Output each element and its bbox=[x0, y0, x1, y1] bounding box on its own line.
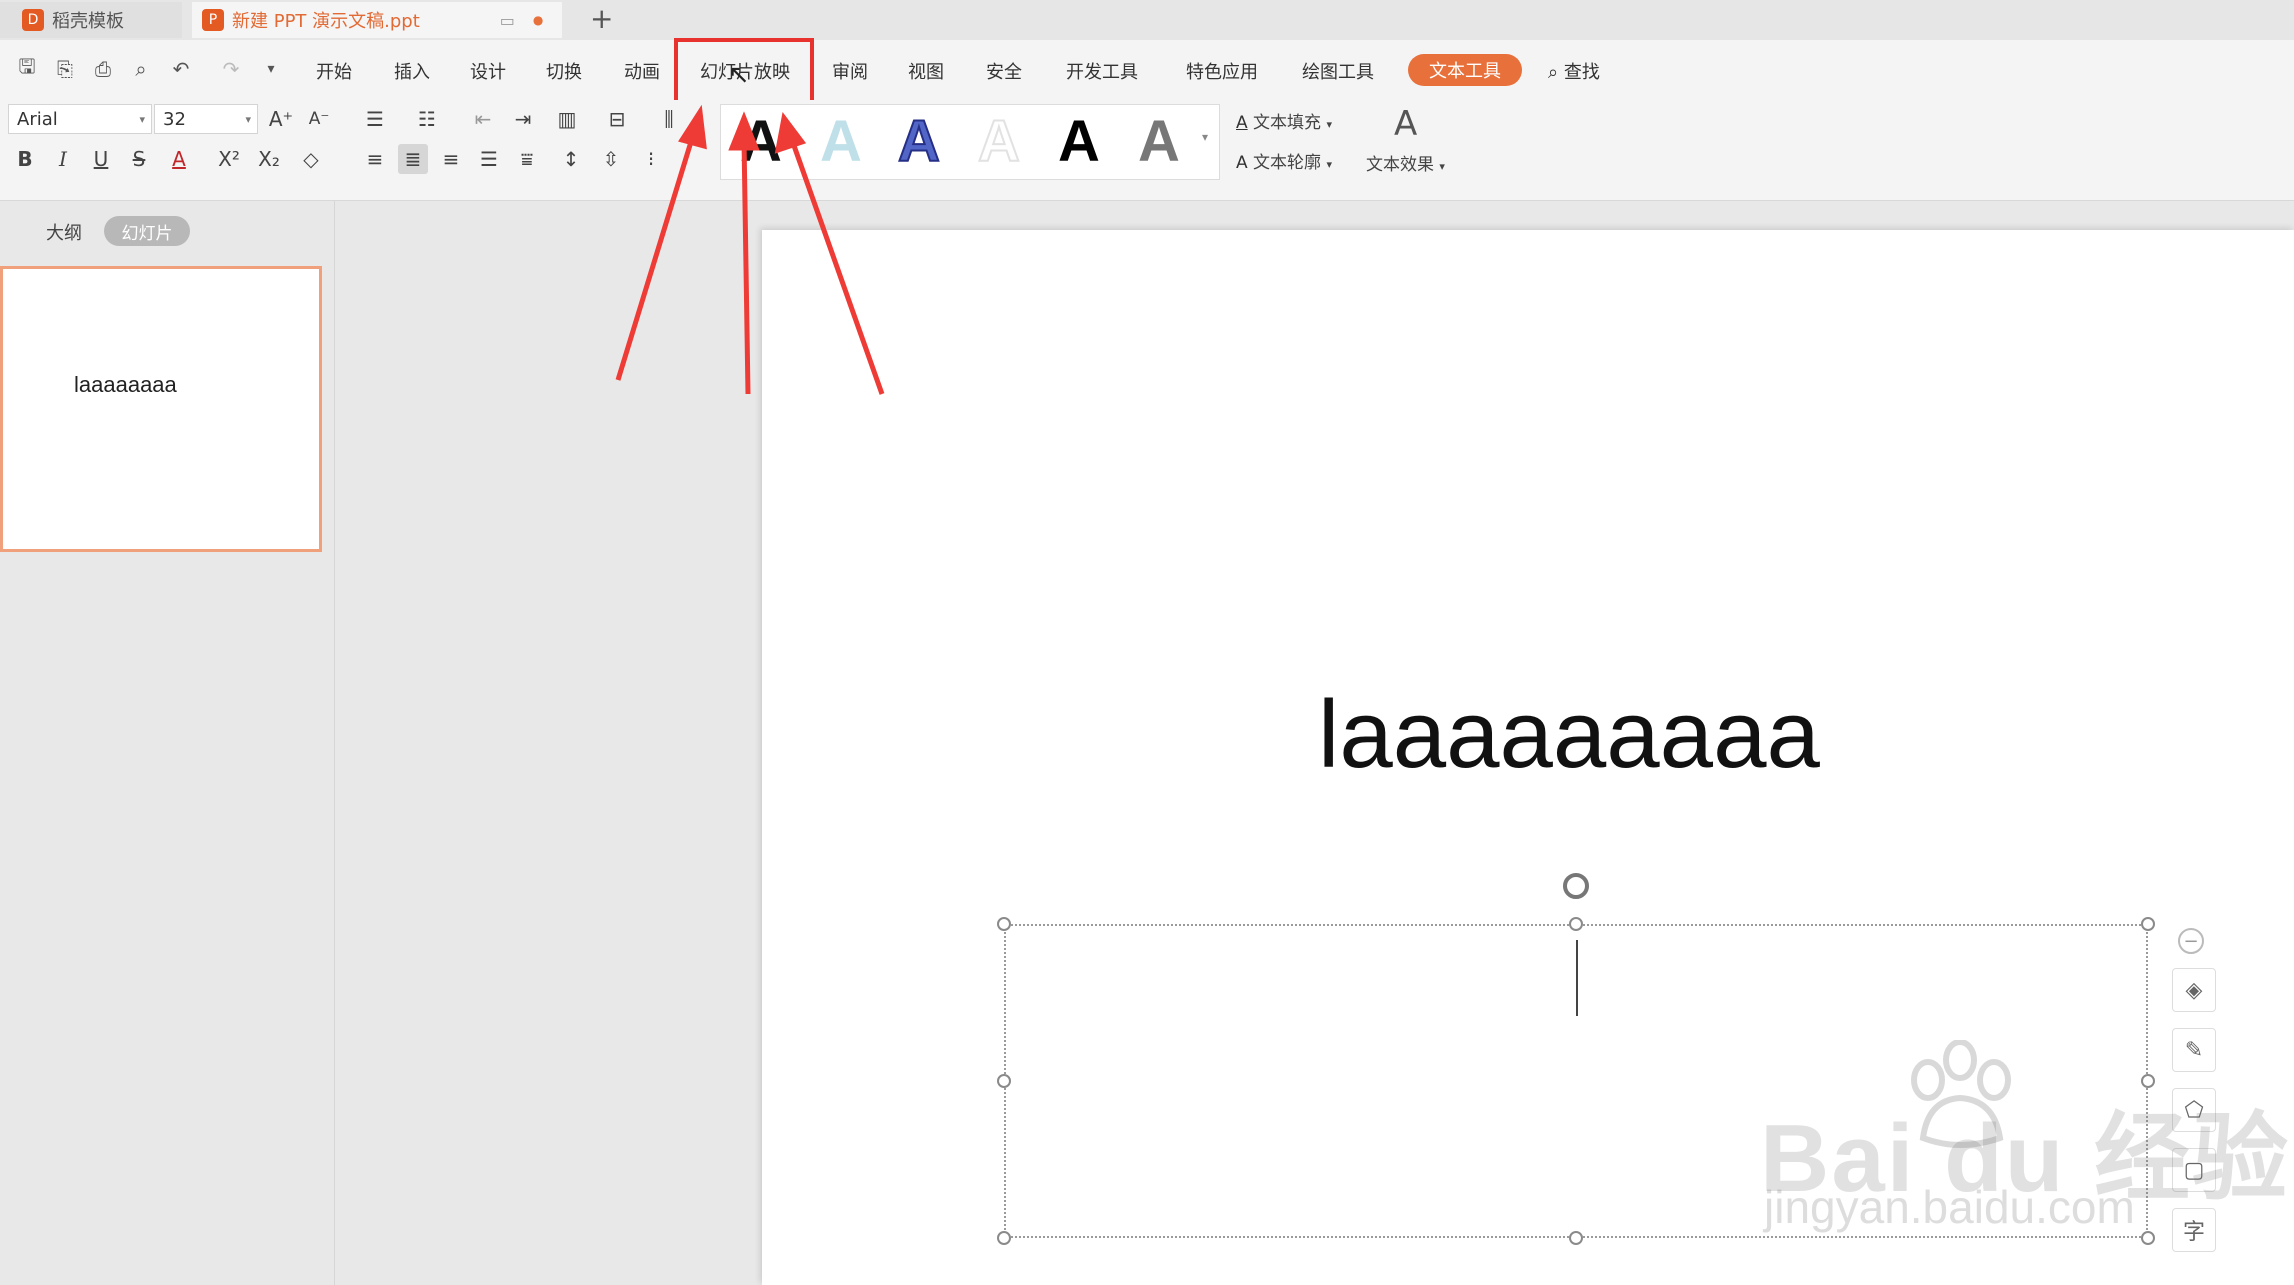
arrow-2 bbox=[741, 139, 751, 395]
arrow-3-head bbox=[774, 111, 807, 154]
annotation-arrows bbox=[615, 104, 885, 395]
arrow-1-head bbox=[678, 104, 707, 150]
arrow-1 bbox=[615, 131, 697, 381]
arrow-3 bbox=[789, 139, 885, 395]
arrow-2-head bbox=[728, 111, 760, 151]
